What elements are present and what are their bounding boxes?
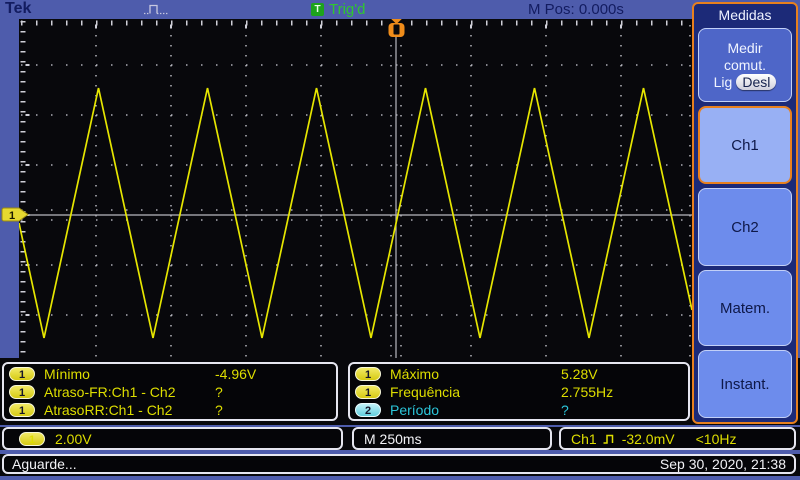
measurement-label: AtrasoRR:Ch1 - Ch2 <box>44 402 173 418</box>
measurement-value: ? <box>215 384 223 400</box>
measurement-row: 1 Atraso-FR:Ch1 - Ch2 ? <box>4 383 336 401</box>
oscilloscope-ui: { "topbar": { "logo": "Tek", "acquisitio… <box>0 0 800 480</box>
softkey-instant[interactable]: Instant. <box>698 350 792 418</box>
softkey-ch1[interactable]: Ch1 <box>698 106 792 184</box>
message-box: Aguarde... Sep 30, 2020, 21:38 <box>2 454 796 474</box>
channel-badge: 1 <box>355 367 381 381</box>
channel-badge: 1 <box>9 367 35 381</box>
timebase-value: M 250ms <box>364 430 422 447</box>
measurement-row: 1 AtrasoRR:Ch1 - Ch2 ? <box>4 401 336 419</box>
channel-badge: 1 <box>355 385 381 399</box>
status-message: Aguarde... <box>12 456 77 472</box>
measurement-row: 2 Período ? <box>350 401 688 419</box>
measurement-row: 1 Máximo 5.28V <box>350 365 688 383</box>
measurement-row: 1 Frequência 2.755Hz <box>350 383 688 401</box>
channel-badge: 1 <box>19 431 45 446</box>
measurement-value: 5.28V <box>561 366 598 382</box>
measurement-label: Máximo <box>390 366 440 382</box>
channel-badge: 2 <box>355 403 381 417</box>
timebase-box: M 250ms <box>352 427 552 450</box>
channel-badge: 1 <box>9 385 35 399</box>
bottom-readout-area: 1 Mínimo -4.96V 1 Atraso-FR:Ch1 - Ch2 ? … <box>0 358 800 476</box>
measurement-box-right: 1 Máximo 5.28V 1 Frequência 2.755Hz 2 Pe… <box>348 362 690 421</box>
measurement-value: -4.96V <box>215 366 257 382</box>
horizontal-position-readout: M Pos: 0.000s <box>528 1 624 18</box>
measurement-value: ? <box>215 402 223 418</box>
trigger-readout-box: Ch1 -32.0mV <10Hz <box>559 427 796 450</box>
measurement-box-left: 1 Mínimo -4.96V 1 Atraso-FR:Ch1 - Ch2 ? … <box>2 362 338 421</box>
scope-screen <box>18 19 693 362</box>
softkey-measure-all[interactable]: Medir comut. Lig Desl <box>698 28 792 102</box>
softkey-math[interactable]: Matem. <box>698 270 792 346</box>
toggle-on-label: Lig <box>713 73 733 90</box>
channel-badge: 1 <box>9 403 35 417</box>
measurement-value: ? <box>561 402 569 418</box>
measurement-label: Atraso-FR:Ch1 - Ch2 <box>44 384 176 400</box>
trigger-status-text: Trig'd <box>329 1 366 18</box>
measurement-label: Frequência <box>390 384 461 400</box>
channel1-ground-marker: 1 <box>1 207 29 222</box>
svg-text:1: 1 <box>9 210 15 222</box>
trigger-level: -32.0mV <box>621 430 675 447</box>
tek-logo: Tek <box>5 0 32 17</box>
measurement-row: 1 Mínimo -4.96V <box>4 365 336 383</box>
datetime-text: Sep 30, 2020, 21:38 <box>659 456 786 472</box>
measure-all-line2: comut. <box>723 56 766 73</box>
ch1-waveform-trace <box>18 87 693 339</box>
trigger-coupling: <10Hz <box>695 430 737 447</box>
ch1-scale-value: 2.00V <box>55 430 92 447</box>
top-status-bar: Tek T Trig'd M Pos: 0.000s <box>0 0 800 19</box>
trigger-t-icon: T <box>311 3 324 16</box>
ch1-scale-box: 1 2.00V <box>2 427 343 450</box>
toggle-off-pill: Desl <box>736 74 777 90</box>
measure-all-line1: Medir <box>727 39 763 56</box>
pulse-edge-icon <box>603 434 613 444</box>
menu-title: Medidas <box>718 7 772 23</box>
measure-menu-panel: Medidas Medir comut. Lig Desl Ch1 Ch2 Ma… <box>692 2 798 424</box>
trigger-source: Ch1 <box>571 430 597 447</box>
measurement-label: Período <box>390 402 440 418</box>
pulse-waveform-icon <box>144 4 168 15</box>
scope-graticule <box>18 19 693 362</box>
measurement-label: Mínimo <box>44 366 90 382</box>
measurement-value: 2.755Hz <box>561 384 614 400</box>
softkey-ch2[interactable]: Ch2 <box>698 188 792 266</box>
